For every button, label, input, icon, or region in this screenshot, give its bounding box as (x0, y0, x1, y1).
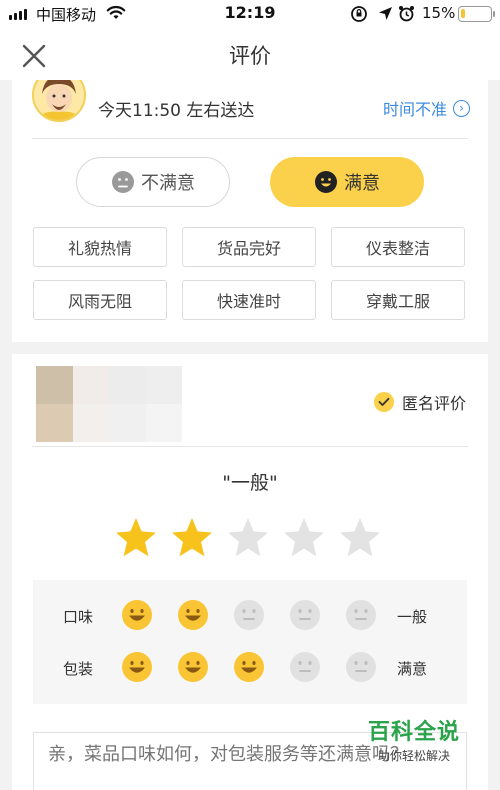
nav-bar: 评价 (0, 28, 500, 80)
battery-icon (458, 6, 495, 22)
star-rating (114, 516, 382, 560)
shop-logo-blurred (36, 366, 182, 442)
info-circle-icon: › (453, 99, 470, 117)
rider-tag[interactable]: 礼貌热情 (33, 227, 167, 267)
watermark-title: 百科全说 (367, 720, 460, 745)
dissatisfied-label: 不满意 (141, 173, 195, 194)
emoji-face-icon[interactable] (121, 651, 153, 683)
star-icon[interactable] (338, 516, 382, 560)
battery-percent: 15% (422, 4, 456, 22)
delivery-eta: 今天11:50 左右送达 (98, 101, 255, 121)
battery-level-fill (461, 9, 466, 18)
sub-rating-label: 包装 (63, 660, 94, 678)
sub-rating-result: 满意 (397, 660, 428, 678)
rating-text: "一般" (222, 472, 278, 494)
divider (32, 446, 468, 447)
rider-tag[interactable]: 快速准时 (182, 280, 316, 320)
status-bar: 中国移动 12:19 15% (0, 0, 500, 28)
emoji-face-icon[interactable] (289, 599, 321, 631)
emoji-face-icon[interactable] (345, 651, 377, 683)
sub-rating-faces (121, 599, 377, 631)
emoji-face-icon[interactable] (345, 599, 377, 631)
anonymous-toggle[interactable]: 匿名评价 (373, 390, 466, 414)
rider-tag[interactable]: 仪表整洁 (331, 227, 465, 267)
emoji-face-icon[interactable] (289, 651, 321, 683)
rider-tag[interactable]: 货品完好 (182, 227, 316, 267)
emoji-face-icon[interactable] (233, 651, 265, 683)
star-icon[interactable] (114, 516, 158, 560)
star-icon[interactable] (226, 516, 270, 560)
emoji-face-icon[interactable] (233, 599, 265, 631)
sub-rating-row: 包装 满意 (33, 648, 467, 688)
emoji-face-icon[interactable] (121, 599, 153, 631)
satisfied-button[interactable]: 满意 (270, 157, 424, 207)
check-icon (373, 392, 394, 412)
sub-ratings-panel: 口味 一般 包装 满意 (33, 580, 467, 704)
alarm-icon (399, 6, 414, 22)
anonymous-label: 匿名评价 (401, 394, 466, 413)
location-icon (379, 7, 392, 20)
time-inaccurate-link[interactable]: 时间不准 › (383, 96, 470, 120)
rider-avatar (32, 80, 86, 122)
rider-tag[interactable]: 风雨无阻 (33, 280, 167, 320)
time-inaccurate-label: 时间不准 (382, 100, 447, 119)
satisfied-label: 满意 (344, 173, 380, 194)
divider (32, 138, 468, 139)
sub-rating-result: 一般 (397, 608, 428, 626)
rider-tag[interactable]: 穿戴工服 (331, 280, 465, 320)
smile-face-icon (315, 171, 337, 193)
sub-rating-label: 口味 (63, 608, 94, 626)
sad-face-icon (112, 171, 134, 193)
rider-rating-card: 今天11:50 左右送达 时间不准 › 不满意 满意 礼貌热情 货品完好 仪表整… (12, 80, 488, 342)
star-icon[interactable] (170, 516, 214, 560)
sub-rating-row: 口味 一般 (33, 596, 467, 636)
emoji-face-icon[interactable] (177, 599, 209, 631)
sub-rating-faces (121, 651, 377, 683)
emoji-face-icon[interactable] (177, 651, 209, 683)
watermark-subtitle: 助你轻松解决 (377, 749, 450, 763)
dissatisfied-button[interactable]: 不满意 (76, 157, 230, 207)
watermark-logo: 百科全说 助你轻松解决 (362, 714, 466, 764)
rotation-lock-icon (351, 6, 367, 22)
rider-tag-grid: 礼貌热情 货品完好 仪表整洁 风雨无阻 快速准时 穿戴工服 (33, 227, 467, 320)
star-icon[interactable] (282, 516, 326, 560)
page-title: 评价 (229, 44, 271, 68)
